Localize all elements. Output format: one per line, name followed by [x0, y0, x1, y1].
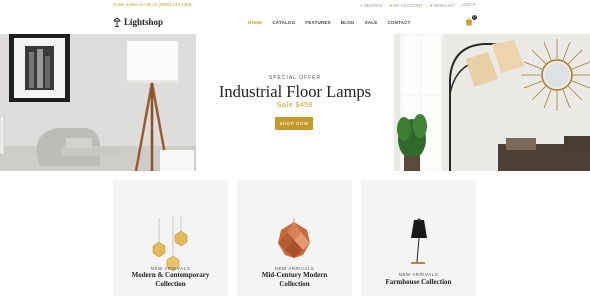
top-links: ⌕SEARCH ●MY ACCOUNT ♥WISHLIST USD ▾: [360, 2, 475, 8]
nav-features[interactable]: FEATURES: [305, 20, 331, 25]
account-link[interactable]: ●MY ACCOUNT: [389, 3, 423, 8]
logo-text: Lightshop: [124, 16, 164, 27]
collection-card-modern[interactable]: NEW ARRIVALS Modern & Contemporary Colle…: [113, 180, 228, 296]
contact-note: Order online or call us (0800) 123 4456: [113, 2, 192, 7]
nav-sale[interactable]: SALE: [365, 20, 378, 25]
card-title: Mid-Century Modern Collection: [261, 271, 328, 288]
nav-blog[interactable]: BLOG: [341, 20, 355, 25]
collection-card-farmhouse[interactable]: NEW ARRIVALS Farmhouse Collection: [361, 180, 476, 296]
chevron-down-icon: ▾: [471, 2, 475, 7]
arc-lamp-photo: [394, 34, 590, 171]
search-icon: ⌕: [360, 2, 363, 8]
nav-contact[interactable]: CONTACT: [387, 20, 410, 25]
living-room-photo: [0, 34, 196, 171]
search-link[interactable]: ⌕SEARCH: [360, 3, 382, 8]
hero-eyebrow: SPECIAL OFFER: [268, 75, 322, 81]
main-nav: HOME CATALOG FEATURES BLOG SALE CONTACT: [248, 20, 411, 25]
logo[interactable]: Lightshop: [113, 16, 163, 27]
card-title: Modern & Contemporary Collection: [131, 271, 210, 288]
arc-lamp-illustration: [394, 34, 590, 171]
user-icon: ●: [389, 2, 393, 8]
cart-count-badge: 0: [472, 15, 477, 20]
living-room-illustration: [0, 34, 196, 171]
hero-price: Sale $459: [276, 102, 314, 109]
main-header: Lightshop HOME CATALOG FEATURES BLOG SAL…: [0, 11, 590, 35]
hero-banner: SPECIAL OFFER Industrial Floor Lamps Sal…: [0, 34, 590, 171]
hero-offer: SPECIAL OFFER Industrial Floor Lamps Sal…: [196, 34, 394, 171]
hero-title: Industrial Floor Lamps: [218, 82, 372, 101]
lamp-logo-icon: [113, 18, 121, 27]
wishlist-link[interactable]: ♥WISHLIST: [430, 3, 455, 8]
card-title: Farmhouse Collection: [385, 278, 452, 286]
currency-select[interactable]: USD ▾: [462, 2, 475, 8]
top-bar: Order online or call us (0800) 123 4456 …: [0, 0, 590, 11]
card-eyebrow: NEW ARRIVALS: [398, 272, 439, 277]
shop-now-button[interactable]: SHOP NOW: [275, 117, 313, 130]
heart-icon: ♥: [430, 2, 433, 8]
collection-card-mid-century[interactable]: NEW ARRIVALS Mid-Century Modern Collecti…: [237, 180, 352, 296]
nav-home[interactable]: HOME: [248, 20, 262, 25]
nav-catalog[interactable]: CATALOG: [272, 20, 295, 25]
